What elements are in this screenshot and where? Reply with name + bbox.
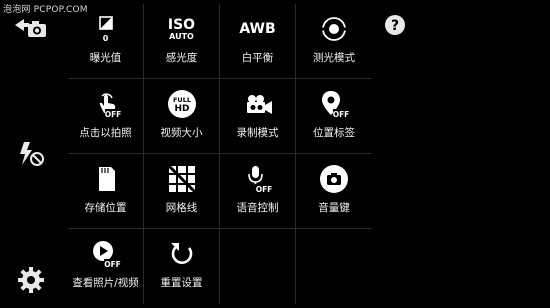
setting-label: 查看照片/视频 xyxy=(72,277,139,289)
awb-icon-text: AWB xyxy=(239,21,276,37)
setting-volume-key[interactable]: 音量键 xyxy=(296,154,372,229)
settings-grid: 0 曝光值 ISO AUTO 感光度 AWB 白平衡 测光模式 OFF 点击以拍… xyxy=(68,4,372,304)
empty-cell xyxy=(296,229,372,304)
setting-label: 网格线 xyxy=(165,202,198,214)
setting-grid-lines[interactable]: 网格线 xyxy=(144,154,220,229)
empty-cell xyxy=(220,229,296,304)
setting-recording-mode[interactable]: 录制模式 xyxy=(220,79,296,154)
setting-iso[interactable]: ISO AUTO 感光度 xyxy=(144,4,220,79)
touch-capture-icon: OFF xyxy=(99,93,121,119)
badge-off: OFF xyxy=(104,260,121,269)
iso-value: AUTO xyxy=(169,31,194,41)
setting-label: 存储位置 xyxy=(84,202,127,214)
setting-label: 点击以拍照 xyxy=(79,127,132,139)
setting-label: 视频大小 xyxy=(160,127,203,139)
review-icon: OFF xyxy=(92,241,121,269)
recording-mode-icon xyxy=(246,95,272,114)
setting-voice-control[interactable]: OFF 语音控制 xyxy=(220,154,296,229)
setting-label: 语音控制 xyxy=(236,202,279,214)
setting-white-balance[interactable]: AWB 白平衡 xyxy=(220,4,296,79)
white-balance-icon: AWB xyxy=(239,14,275,44)
volume-key-icon xyxy=(320,165,348,193)
svg-text:?: ? xyxy=(391,18,399,34)
hd-text: HD xyxy=(174,104,189,114)
setting-reset[interactable]: 重置设置 xyxy=(144,229,220,304)
setting-label: 曝光值 xyxy=(89,52,122,64)
grid-lines-icon xyxy=(167,164,196,194)
switch-camera-icon[interactable] xyxy=(12,16,48,42)
setting-label: 音量键 xyxy=(318,202,350,214)
setting-review[interactable]: OFF 查看照片/视频 xyxy=(68,229,144,304)
setting-location-tag[interactable]: OFF 位置标签 xyxy=(296,79,372,154)
setting-video-size[interactable]: FULL HD 视频大小 xyxy=(144,79,220,154)
settings-icon[interactable] xyxy=(17,266,45,294)
setting-label: 录制模式 xyxy=(236,127,279,139)
setting-storage[interactable]: 存储位置 xyxy=(68,154,144,229)
badge-off: OFF xyxy=(104,110,120,119)
metering-icon xyxy=(321,17,347,41)
iso-icon: ISO AUTO xyxy=(168,14,195,44)
setting-label: 位置标签 xyxy=(313,127,355,139)
iso-icon-text: ISO xyxy=(167,16,196,33)
exposure-value: 0 xyxy=(102,34,109,43)
flash-off-icon[interactable] xyxy=(17,140,45,168)
setting-label: 测光模式 xyxy=(313,52,355,64)
setting-label: 白平衡 xyxy=(241,52,274,64)
badge-off: OFF xyxy=(255,185,272,194)
setting-metering[interactable]: 测光模式 xyxy=(296,4,372,79)
setting-label: 重置设置 xyxy=(160,277,203,289)
location-tag-icon: OFF xyxy=(322,91,349,119)
badge-off: OFF xyxy=(333,110,349,119)
voice-control-icon: OFF xyxy=(247,166,273,194)
setting-label: 感光度 xyxy=(165,52,198,64)
storage-icon xyxy=(98,167,115,191)
setting-exposure[interactable]: 0 曝光值 xyxy=(68,4,144,79)
help-icon[interactable]: ? xyxy=(384,14,406,36)
video-size-icon: FULL HD xyxy=(167,90,196,118)
full-text: FULL xyxy=(172,96,190,104)
setting-touch-capture[interactable]: OFF 点击以拍照 xyxy=(68,79,144,154)
reset-icon xyxy=(170,243,192,264)
